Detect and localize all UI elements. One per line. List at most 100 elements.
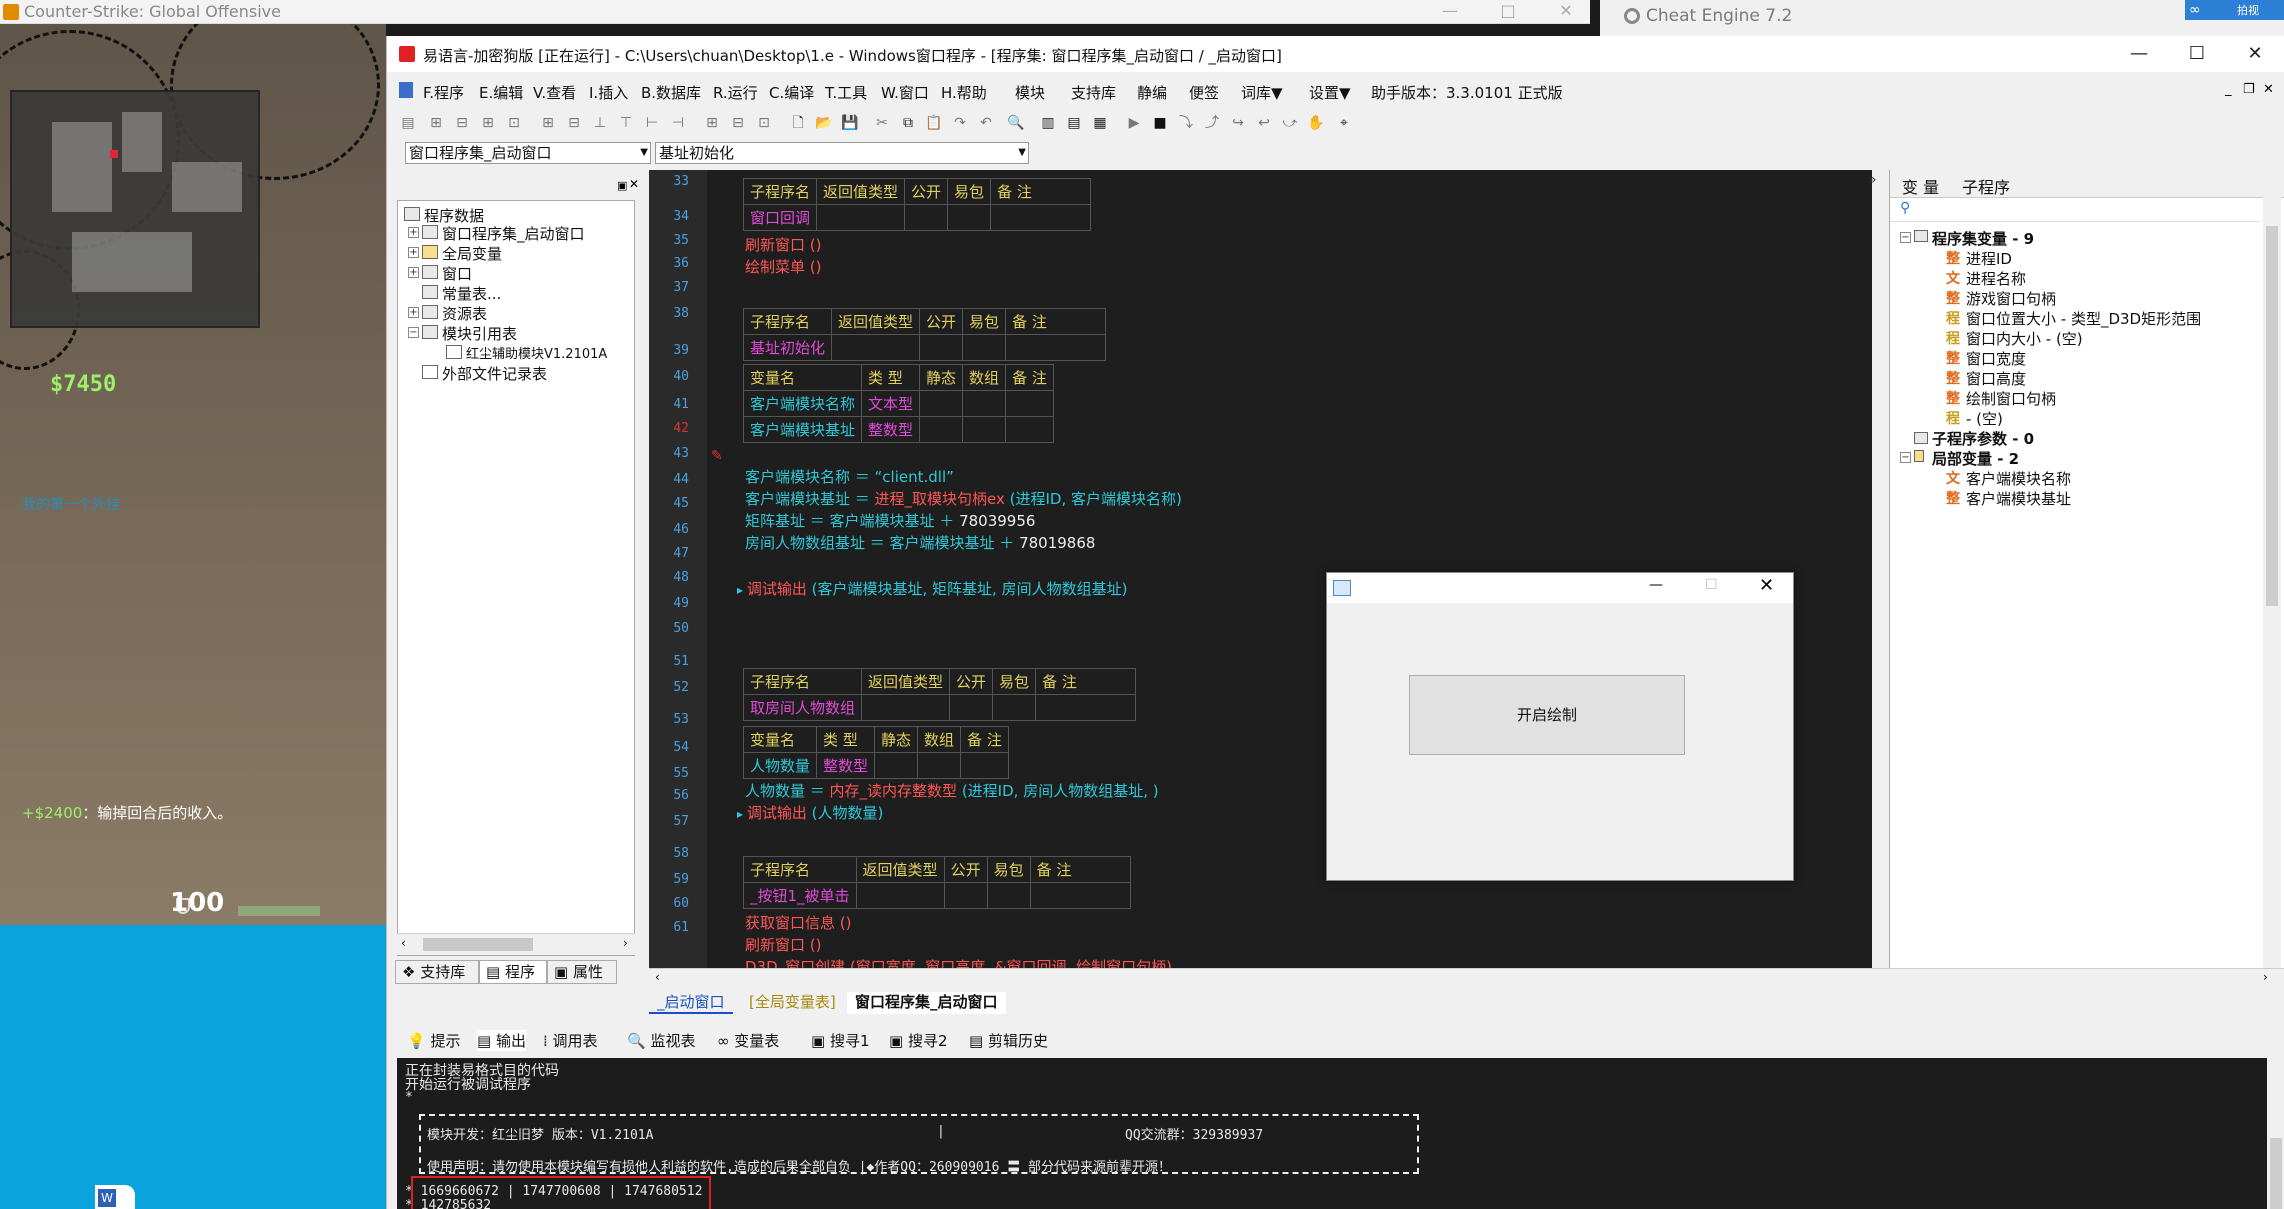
var-name[interactable]: 人物数量 <box>742 752 818 779</box>
collapse-icon[interactable]: − <box>408 327 419 338</box>
code-line[interactable]: 刷新窗口 () <box>745 234 821 255</box>
expand-icon[interactable]: + <box>408 307 419 318</box>
code-line[interactable]: D3D_窗口创建 (窗口宽度, 窗口高度, &窗口回调, 绘制窗口句柄) <box>745 956 1172 968</box>
sub-name[interactable]: 基址初始化 <box>742 334 833 361</box>
menu-view[interactable]: V.查看 <box>533 82 576 103</box>
step-icon[interactable]: ↩ <box>1253 112 1275 134</box>
variable-search[interactable]: ⚲ <box>1890 198 2260 222</box>
menu-run[interactable]: R.运行 <box>713 82 758 103</box>
start-drawing-button[interactable]: 开启绘制 <box>1409 675 1685 755</box>
expand-icon[interactable]: + <box>408 267 419 278</box>
cut-icon[interactable]: ✂ <box>871 112 893 134</box>
layout-icon[interactable]: ⊡ <box>753 112 775 134</box>
layout-icon[interactable]: ⊞ <box>537 112 559 134</box>
menu-static[interactable]: 静编 <box>1137 82 1167 103</box>
code-line[interactable]: 获取窗口信息 () <box>745 912 851 933</box>
vertical-scrollbar[interactable] <box>2263 186 2281 968</box>
minimize-icon[interactable]: — <box>2109 36 2169 72</box>
tree-item-resources[interactable]: 资源表 <box>442 303 487 324</box>
tree-item-globals[interactable]: 全局变量 <box>442 243 502 264</box>
menu-help[interactable]: H.帮助 <box>941 82 987 103</box>
game-viewport[interactable]: $7450 我的第一个外挂 +$2400：输掉回合后的收入。 100 <box>0 0 386 925</box>
tab-variables[interactable]: ∞ 变量表 <box>717 1030 779 1051</box>
layout-icon[interactable]: ⊟ <box>563 112 585 134</box>
tab-globals[interactable]: [全局变量表] <box>741 992 844 1014</box>
maximize-icon[interactable]: □ <box>1488 0 1528 24</box>
expand-icon[interactable]: + <box>408 227 419 238</box>
tab-support-lib[interactable]: ❖ 支持库 <box>395 960 479 984</box>
step-icon[interactable]: ⤴ <box>1201 112 1223 134</box>
tab-callstack[interactable]: ⁞ 调用表 <box>543 1030 598 1051</box>
tab-variables[interactable]: 变 量 <box>1902 174 1939 198</box>
var-item[interactable]: 窗口高度 <box>1966 368 2026 389</box>
sub-name[interactable]: _按钮1_被单击 <box>743 882 857 909</box>
sub-name[interactable]: 取房间人物数组 <box>742 694 863 721</box>
var-item[interactable]: 窗口内大小 - (空) <box>1966 328 2083 349</box>
layout-icon[interactable]: ⊣ <box>667 112 689 134</box>
close-icon[interactable]: ✕ <box>1546 0 1586 24</box>
scroll-thumb[interactable] <box>2270 1138 2282 1209</box>
tree-item-external[interactable]: 外部文件记录表 <box>442 363 547 384</box>
tab-watch[interactable]: 🔍 监视表 <box>627 1030 695 1051</box>
tree-item-module-refs[interactable]: 模块引用表 <box>442 323 517 344</box>
undo-icon[interactable]: ↶ <box>975 112 997 134</box>
var-item[interactable]: 进程ID <box>1966 248 2012 269</box>
tab-class[interactable]: 窗口程序集_启动窗口 <box>847 992 1006 1014</box>
layout-icon[interactable]: ⊤ <box>615 112 637 134</box>
panel-icon[interactable]: ▦ <box>1089 112 1111 134</box>
var-group-params[interactable]: 子程序参数 - 0 <box>1932 428 2034 449</box>
align-icon[interactable]: ▤ <box>397 112 419 134</box>
game-titlebar[interactable]: Counter-Strike: Global Offensive — □ ✕ <box>0 0 1590 24</box>
save-icon[interactable]: 💾 <box>839 112 861 134</box>
var-item[interactable]: 窗口宽度 <box>1966 348 2026 369</box>
binoculars-icon[interactable]: ⌖ <box>1333 112 1355 134</box>
maximize-icon[interactable]: ☐ <box>2167 36 2227 72</box>
minimize-icon[interactable]: — <box>1430 0 1470 24</box>
var-type[interactable]: 整数型 <box>816 752 876 779</box>
layout-icon[interactable]: ⊟ <box>727 112 749 134</box>
new-file-icon[interactable]: 🗋 <box>787 112 809 134</box>
menu-lexicon[interactable]: 词库▼ <box>1241 82 1283 103</box>
expand-icon[interactable]: + <box>408 247 419 258</box>
stop-icon[interactable]: ■ <box>1149 112 1171 134</box>
tab-start-window[interactable]: _启动窗口 <box>649 992 733 1014</box>
close-icon[interactable]: ✕ <box>2225 36 2284 72</box>
menu-insert[interactable]: I.插入 <box>589 82 628 103</box>
tab-search1[interactable]: ▣ 搜寻1 <box>811 1030 870 1051</box>
var-item[interactable]: 客户端模块名称 <box>1966 468 2071 489</box>
subroutine-combo[interactable]: 基址初始化 ▼ <box>655 142 1029 164</box>
scroll-right-icon[interactable]: › <box>2263 970 2268 984</box>
ide-titlebar[interactable]: 易语言-加密狗版 [正在运行] - C:\Users\chuan\Desktop… <box>387 36 2284 72</box>
code-line[interactable]: 人物数量 ＝ 内存_读内存整数型 (进程ID, 房间人物数组基址, ) <box>745 780 1159 801</box>
sub-name[interactable]: 窗口回调 <box>742 204 818 231</box>
step-icon[interactable]: ↪ <box>1227 112 1249 134</box>
code-line[interactable]: 客户端模块基址 ＝ 进程_取模块句柄ex (进程ID, 客户端模块名称) <box>745 488 1182 509</box>
var-item[interactable]: - (空) <box>1966 408 2003 429</box>
var-type[interactable]: 整数型 <box>861 416 921 443</box>
step-icon[interactable]: ⤵ <box>1175 112 1197 134</box>
app-menu-icon[interactable] <box>399 82 413 98</box>
menu-compile[interactable]: C.编译 <box>769 82 814 103</box>
horizontal-scrollbar[interactable]: ‹ › <box>397 933 635 955</box>
tab-hints[interactable]: 💡 提示 <box>407 1030 460 1051</box>
layout-icon[interactable]: ⊞ <box>701 112 723 134</box>
code-line[interactable]: 绘制菜单 () <box>745 256 821 277</box>
mdi-close-icon[interactable]: ✕ <box>2263 82 2274 97</box>
collapse-icon[interactable]: − <box>1900 232 1911 243</box>
layout-icon[interactable]: ⊞ <box>477 112 499 134</box>
restore-icon[interactable]: ▣ <box>617 179 627 192</box>
tree-item-constants[interactable]: 常量表... <box>442 283 501 304</box>
step-icon[interactable]: ⤻ <box>1279 112 1301 134</box>
var-name[interactable]: 客户端模块名称 <box>742 390 863 417</box>
var-item[interactable]: 进程名称 <box>1966 268 2026 289</box>
code-line[interactable]: ▸▸ 调试输出 (客户端模块基址, 矩阵基址, 房间人物数组基址) <box>737 578 1127 599</box>
layout-icon[interactable]: ⊥ <box>589 112 611 134</box>
panel-icon[interactable]: ▥ <box>1037 112 1059 134</box>
redo-icon[interactable]: ↷ <box>949 112 971 134</box>
overlay-titlebar[interactable]: — ☐ ✕ <box>1327 573 1793 603</box>
tree-item-class[interactable]: 窗口程序集_启动窗口 <box>442 223 585 244</box>
var-group-class[interactable]: 程序集变量 - 9 <box>1932 228 2034 249</box>
menu-support-lib[interactable]: 支持库 <box>1071 82 1116 103</box>
var-item[interactable]: 客户端模块基址 <box>1966 488 2071 509</box>
tab-properties[interactable]: ▣ 属性 <box>547 960 617 984</box>
